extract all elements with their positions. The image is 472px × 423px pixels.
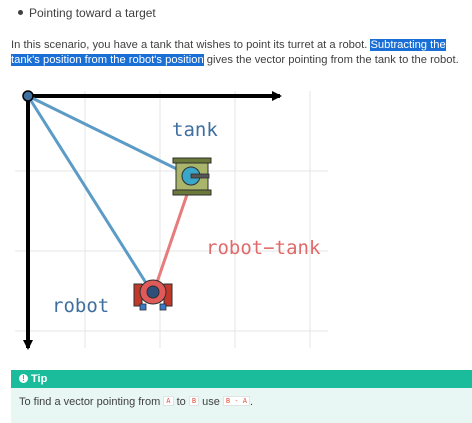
tip-text-1: To find a vector pointing from [19, 396, 164, 408]
bullet-text: Pointing toward a target [29, 6, 156, 20]
bullet-dot [18, 10, 23, 16]
tip-box: ! Tip To find a vector pointing from A to… [11, 370, 472, 423]
code-b: B [188, 396, 200, 407]
tip-text-4: . [249, 396, 254, 408]
robot-label: robot [52, 295, 109, 317]
tip-title: Tip [31, 373, 48, 385]
code-a: A [163, 396, 174, 407]
code-b-minus-a: B - A [222, 396, 250, 407]
vector-diagram: tank robot−tank robot [10, 86, 334, 356]
description-paragraph: In this scenario, you have a tank that w… [11, 38, 466, 68]
robot-icon [133, 279, 173, 311]
tip-text-2: to [173, 396, 189, 408]
tip-text-3: use [199, 396, 223, 408]
vector-diagram-svg: tank robot−tank robot [15, 90, 328, 350]
robot-tank-label: robot−tank [206, 237, 321, 259]
paragraph-text-2: gives the vector pointing from the tank … [203, 54, 459, 66]
origin-dot [22, 90, 34, 102]
info-icon: ! [19, 373, 28, 383]
tip-body: To find a vector pointing from A to B us… [11, 388, 472, 408]
tip-header: ! Tip [11, 370, 472, 388]
tank-icon [172, 157, 212, 196]
paragraph-text-1: In this scenario, you have a tank that w… [11, 39, 371, 51]
tank-label: tank [172, 119, 218, 141]
bullet-item: Pointing toward a target [18, 6, 156, 20]
